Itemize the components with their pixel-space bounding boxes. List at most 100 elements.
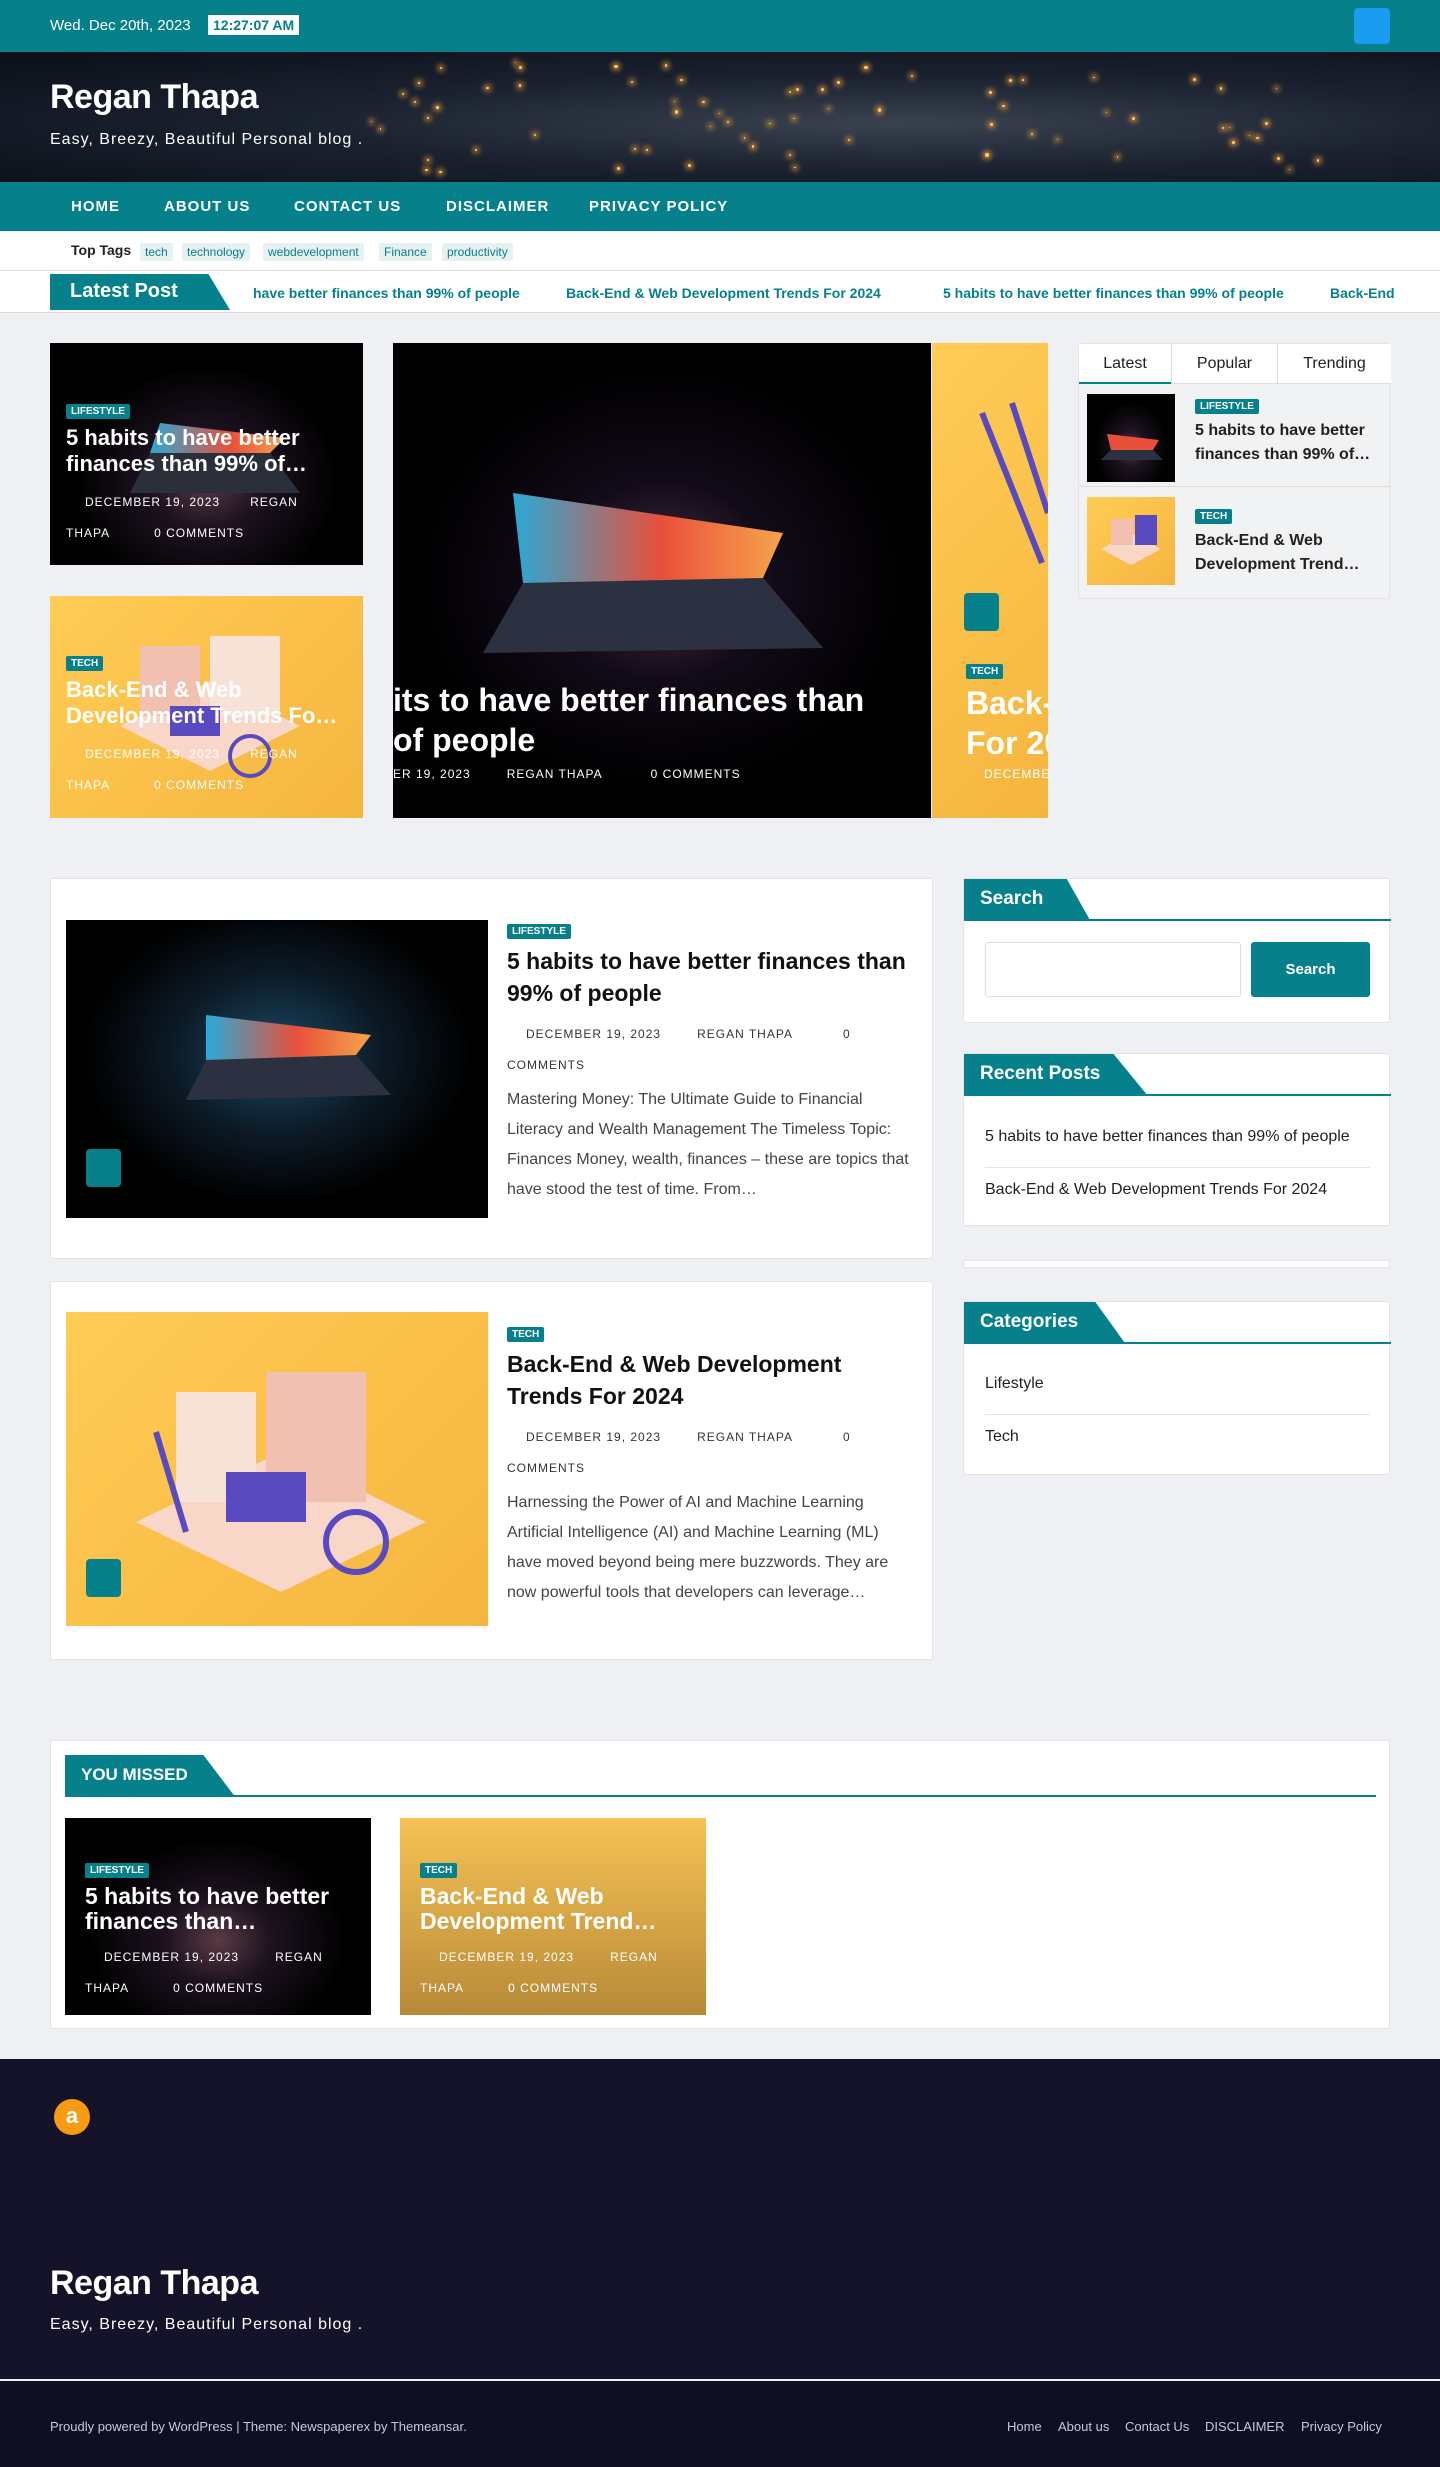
- post-author[interactable]: REGAN THAPA: [661, 1027, 793, 1041]
- category-badge[interactable]: LIFESTYLE: [85, 1863, 149, 1878]
- post-comments[interactable]: 0 COMMENTS: [110, 526, 244, 540]
- category-badge[interactable]: TECH: [1195, 509, 1233, 524]
- site-title[interactable]: Regan Thapa: [50, 78, 258, 117]
- nav-contact-us[interactable]: CONTACT US: [294, 198, 401, 215]
- amazon-icon[interactable]: a: [54, 2099, 90, 2135]
- category-badge[interactable]: LIFESTYLE: [66, 404, 130, 419]
- post-comments[interactable]: 0 COMMENTS: [464, 1981, 598, 1995]
- category-badge[interactable]: TECH: [420, 1863, 458, 1878]
- post-title[interactable]: 5 habits to have better finances than…: [85, 1884, 365, 1934]
- slide-date[interactable]: ER 19, 2023: [393, 767, 471, 781]
- nav-privacy-policy[interactable]: PRIVACY POLICY: [589, 198, 728, 215]
- category-badge[interactable]: TECH: [66, 656, 104, 671]
- post-date[interactable]: DECEMBER 19, 2023: [507, 1430, 661, 1444]
- post-author[interactable]: REGAN: [574, 1950, 658, 1964]
- footer-link-privacy[interactable]: Privacy Policy: [1301, 2419, 1382, 2434]
- post-format-button[interactable]: [86, 1559, 121, 1597]
- post-author[interactable]: REGAN: [220, 747, 298, 761]
- post-date[interactable]: DECEMBER 19, 2023: [507, 1027, 661, 1041]
- featured-slider[interactable]: its to have better finances than of peop…: [393, 343, 931, 818]
- nav-disclaimer[interactable]: DISCLAIMER: [446, 198, 549, 215]
- slide-title-line[interactable]: its to have better finances than: [393, 682, 864, 718]
- search-input[interactable]: [985, 942, 1241, 997]
- post-author[interactable]: THAPA: [85, 1981, 129, 1995]
- post-comments[interactable]: 0 COMMENTS: [110, 778, 244, 792]
- post-author[interactable]: REGAN: [220, 495, 298, 509]
- nav-home[interactable]: HOME: [71, 198, 120, 215]
- ticker-item[interactable]: Back-End & Web Development Trends For 20…: [566, 285, 881, 301]
- footer-link-about[interactable]: About us: [1058, 2419, 1109, 2434]
- post-author[interactable]: THAPA: [66, 526, 110, 540]
- tab-popular[interactable]: Popular: [1171, 344, 1277, 384]
- search-button[interactable]: Search: [1251, 942, 1370, 997]
- post-author[interactable]: THAPA: [66, 778, 110, 792]
- tag-link[interactable]: Finance: [379, 243, 432, 261]
- post-date[interactable]: DECEMBER 19, 2023: [66, 747, 220, 761]
- post-thumbnail[interactable]: [66, 920, 488, 1218]
- slide-nav-button[interactable]: [964, 593, 999, 631]
- slide-date[interactable]: DECEMBE: [984, 767, 1048, 781]
- next-slide[interactable]: TECH Back- For 20 DECEMBE: [932, 343, 1048, 818]
- ticker-item[interactable]: have better finances than 99% of people: [253, 285, 520, 301]
- footer-site-title[interactable]: Regan Thapa: [50, 2264, 258, 2303]
- slide-title-line[interactable]: For 20: [966, 725, 1048, 761]
- post-date[interactable]: DECEMBER 19, 2023: [420, 1950, 574, 1964]
- tag-link[interactable]: productivity: [442, 243, 513, 261]
- social-button[interactable]: [1354, 8, 1390, 44]
- tab-latest[interactable]: Latest: [1079, 344, 1171, 384]
- missed-card[interactable]: TECH Back-End & Web Development Trend… D…: [400, 1818, 706, 2015]
- slide-comments[interactable]: 0 COMMENTS: [603, 767, 741, 781]
- post-comments[interactable]: 0: [793, 1430, 851, 1444]
- featured-card[interactable]: TECH Back-End & Web Development Trends F…: [50, 596, 363, 818]
- slide-title-line[interactable]: of people: [393, 722, 535, 758]
- recent-post-link[interactable]: Back-End & Web Development Trends For 20…: [985, 1181, 1370, 1199]
- post-title[interactable]: 5 habits to have better finances than 99…: [507, 945, 917, 1009]
- tab-post-item[interactable]: LIFESTYLE 5 habits to have better financ…: [1079, 387, 1391, 487]
- nav-about-us[interactable]: ABOUT US: [164, 198, 250, 215]
- themeansar-link[interactable]: Themeansar.: [391, 2419, 467, 2434]
- post-thumbnail[interactable]: [66, 1312, 488, 1626]
- missed-card[interactable]: LIFESTYLE 5 habits to have better financ…: [65, 1818, 371, 2015]
- post-title[interactable]: 5 habits to have better finances than 99…: [66, 425, 356, 477]
- footer-link-contact[interactable]: Contact Us: [1125, 2419, 1189, 2434]
- recent-post-link[interactable]: 5 habits to have better finances than 99…: [985, 1128, 1370, 1168]
- post-author[interactable]: REGAN THAPA: [661, 1430, 793, 1444]
- slide-title[interactable]: Back- For 20: [966, 683, 1048, 763]
- post-author[interactable]: REGAN: [239, 1950, 323, 1964]
- slide-title[interactable]: its to have better finances than of peop…: [393, 680, 864, 760]
- footer-link-home[interactable]: Home: [1007, 2419, 1042, 2434]
- tag-link[interactable]: webdevelopment: [263, 243, 364, 261]
- category-link[interactable]: Lifestyle: [985, 1375, 1370, 1415]
- category-badge[interactable]: TECH: [507, 1327, 545, 1342]
- ticker-item[interactable]: 5 habits to have better finances than 99…: [943, 285, 1284, 301]
- post-title[interactable]: Back-End & Web Development Trend…: [420, 1884, 700, 1934]
- post-title[interactable]: Back-End & Web Development Trends For 20…: [507, 1348, 917, 1412]
- ticker-item[interactable]: Back-End: [1330, 285, 1395, 301]
- post-date[interactable]: DECEMBER 19, 2023: [85, 1950, 239, 1964]
- slide-title-line[interactable]: Back-: [966, 685, 1048, 721]
- post-thumbnail[interactable]: [1087, 497, 1175, 585]
- category-badge[interactable]: LIFESTYLE: [1195, 399, 1259, 414]
- post-author[interactable]: THAPA: [420, 1981, 464, 1995]
- post-format-button[interactable]: [86, 1149, 121, 1187]
- post-comments[interactable]: COMMENTS: [507, 1461, 585, 1475]
- category-badge[interactable]: LIFESTYLE: [507, 924, 571, 939]
- post-comments[interactable]: COMMENTS: [507, 1058, 585, 1072]
- post-title[interactable]: Back-End & Web Development Trend…: [1195, 529, 1385, 577]
- wordpress-link[interactable]: Proudly powered by WordPress: [50, 2419, 233, 2434]
- tab-post-item[interactable]: TECH Back-End & Web Development Trend…: [1079, 497, 1391, 597]
- slide-author[interactable]: REGAN THAPA: [471, 767, 603, 781]
- post-comments[interactable]: 0: [793, 1027, 851, 1041]
- tab-trending[interactable]: Trending: [1277, 344, 1391, 384]
- post-title[interactable]: Back-End & Web Development Trends Fo…: [66, 677, 356, 729]
- tag-link[interactable]: tech: [140, 243, 173, 261]
- post-title[interactable]: 5 habits to have better finances than 99…: [1195, 419, 1385, 467]
- tag-link[interactable]: technology: [182, 243, 251, 261]
- post-date[interactable]: DECEMBER 19, 2023: [66, 495, 220, 509]
- category-badge[interactable]: TECH: [966, 664, 1004, 679]
- post-comments[interactable]: 0 COMMENTS: [129, 1981, 263, 1995]
- post-thumbnail[interactable]: [1087, 394, 1175, 482]
- footer-link-disclaimer[interactable]: DISCLAIMER: [1205, 2419, 1284, 2434]
- category-link[interactable]: Tech: [985, 1428, 1370, 1446]
- featured-card[interactable]: LIFESTYLE 5 habits to have better financ…: [50, 343, 363, 565]
